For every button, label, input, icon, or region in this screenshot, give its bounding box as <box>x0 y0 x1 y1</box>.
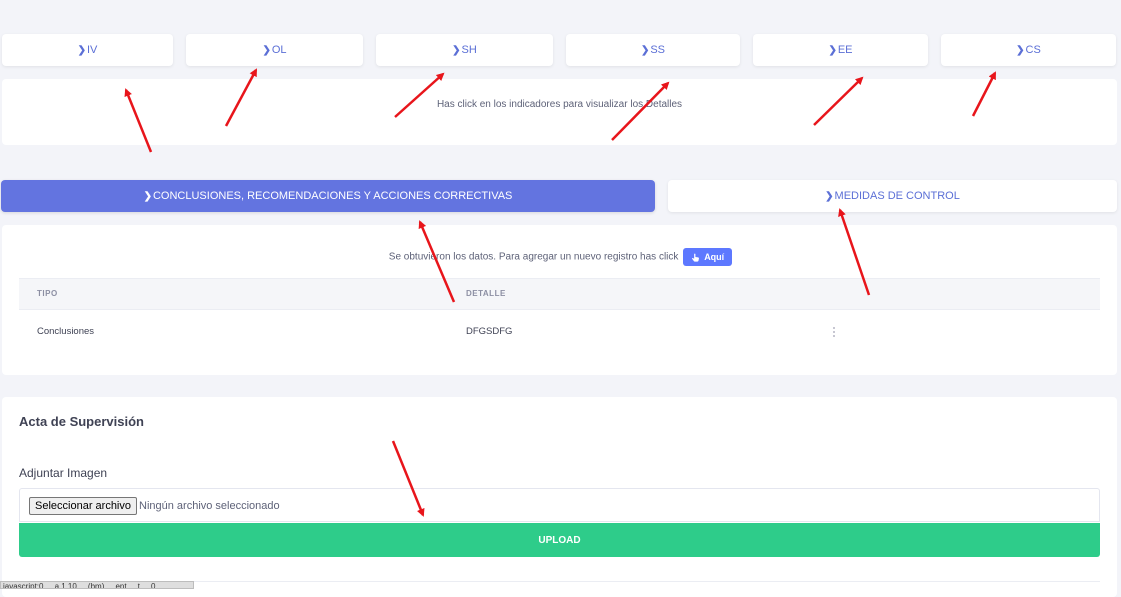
records-table-header: TIPO DETALLE <box>19 278 1100 310</box>
indicator-button-ol[interactable]: ❯ OL <box>186 34 363 66</box>
chevron-right-icon: ❯ <box>1016 44 1025 56</box>
upload-label: UPLOAD <box>538 534 581 546</box>
chevron-right-icon: ❯ <box>452 44 461 56</box>
indicator-label: CS <box>1025 44 1041 56</box>
indicator-button-ee[interactable]: ❯ EE <box>753 34 928 66</box>
indicator-label: EE <box>837 44 853 56</box>
tab-conclusions-label: CONCLUSIONES, RECOMENDACIONES Y ACCIONES… <box>152 190 513 202</box>
chevron-right-icon: ❯ <box>262 44 271 56</box>
indicator-button-ss[interactable]: ❯ SS <box>566 34 740 66</box>
acta-title: Acta de Supervisión <box>19 414 144 429</box>
column-header-tipo: TIPO <box>37 289 58 298</box>
tab-control-measures[interactable]: ❯ MEDIDAS DE CONTROL <box>668 180 1117 212</box>
column-header-detalle: DETALLE <box>466 289 506 298</box>
tab-control-measures-label: MEDIDAS DE CONTROL <box>834 190 960 202</box>
hand-pointer-icon <box>692 253 700 262</box>
indicator-label: OL <box>271 44 287 56</box>
vertical-ellipsis-icon[interactable] <box>832 327 836 337</box>
indicator-label: SS <box>650 44 666 56</box>
records-message: Se obtuvieron los datos. Para agregar un… <box>388 251 679 263</box>
upload-button[interactable]: UPLOAD <box>19 523 1100 557</box>
chevron-right-icon: ❯ <box>143 190 152 202</box>
indicator-button-sh[interactable]: ❯ SH <box>376 34 553 66</box>
indicator-label: IV <box>86 44 98 56</box>
records-message-row: Se obtuvieron los datos. Para agregar un… <box>0 248 1121 266</box>
indicator-hint: Has click en los indicadores para visual… <box>436 99 683 110</box>
cell-tipo: Conclusiones <box>37 326 95 337</box>
indicator-button-iv[interactable]: ❯ IV <box>2 34 173 66</box>
chevron-right-icon: ❯ <box>825 190 834 202</box>
chevron-right-icon: ❯ <box>640 44 650 56</box>
browser-status-bar: javascript:0 ... a 1 10 ... (bm) ... ent… <box>0 581 194 589</box>
file-input[interactable]: Seleccionar archivo Ningún archivo selec… <box>19 488 1100 522</box>
chevron-right-icon: ❯ <box>828 44 837 56</box>
cell-detalle: DFGSDFG <box>466 326 513 337</box>
indicator-button-cs[interactable]: ❯ CS <box>941 34 1116 66</box>
file-status-text: Ningún archivo seleccionado <box>139 500 280 512</box>
attach-image-label: Adjuntar Imagen <box>19 466 108 480</box>
indicator-details-panel: Has click en los indicadores para visual… <box>2 79 1117 145</box>
chevron-right-icon: ❯ <box>77 44 86 56</box>
add-record-button[interactable]: Aquí <box>683 248 733 266</box>
choose-file-button[interactable]: Seleccionar archivo <box>29 497 137 515</box>
tab-conclusions[interactable]: ❯ CONCLUSIONES, RECOMENDACIONES Y ACCION… <box>1 180 655 212</box>
add-record-label: Aquí <box>704 252 725 262</box>
indicator-label: SH <box>461 44 477 56</box>
